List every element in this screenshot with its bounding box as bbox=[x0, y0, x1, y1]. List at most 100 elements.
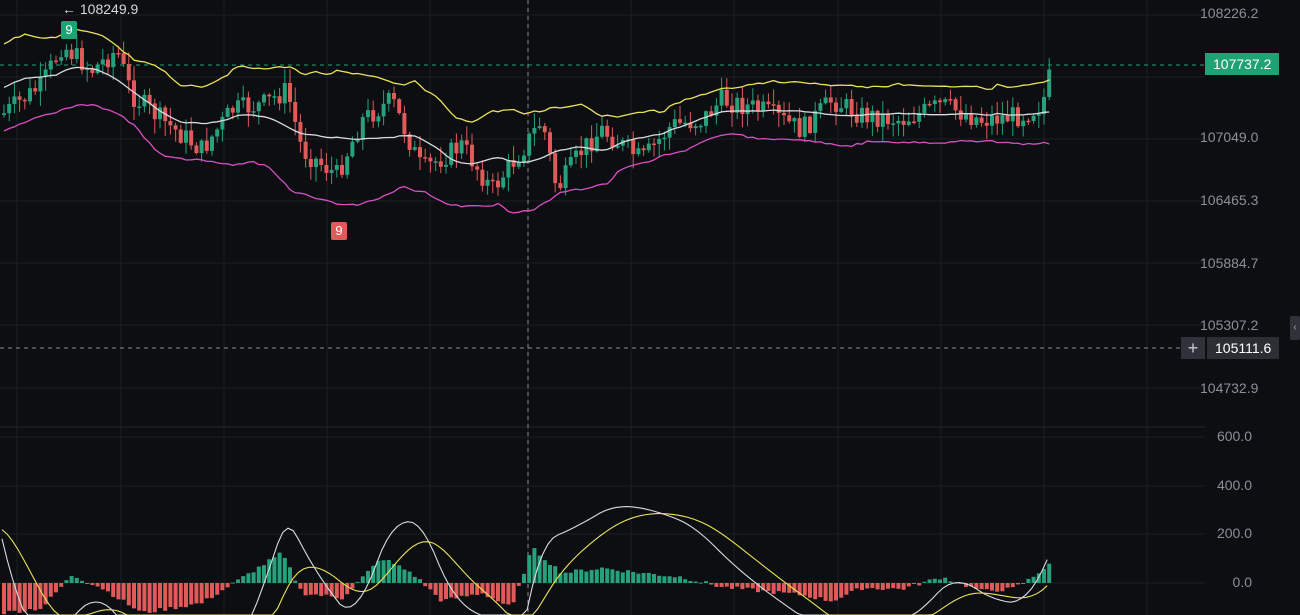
macd-tick-label: 600.0 bbox=[1216, 428, 1252, 444]
macd-histogram-bar bbox=[314, 583, 318, 595]
macd-histogram-bar bbox=[470, 583, 474, 595]
macd-histogram-bar bbox=[116, 583, 121, 600]
candle-body bbox=[199, 140, 204, 154]
macd-histogram-bar bbox=[132, 583, 136, 609]
candle-body bbox=[896, 120, 901, 124]
candle-body bbox=[927, 103, 932, 106]
macd-histogram-bar bbox=[85, 583, 90, 584]
macd-histogram-bar bbox=[818, 583, 823, 598]
macd-histogram-bar bbox=[152, 583, 157, 613]
macd-histogram-bar bbox=[340, 583, 344, 600]
candle-body bbox=[319, 158, 324, 165]
macd-histogram-bar bbox=[1010, 583, 1015, 588]
macd-histogram-bar bbox=[173, 583, 178, 610]
candle-body bbox=[693, 126, 698, 129]
macd-histogram-bar bbox=[345, 583, 350, 595]
macd-histogram-bar bbox=[376, 560, 381, 583]
candle-body bbox=[12, 96, 17, 104]
price-tick-label: 105307.2 bbox=[1200, 317, 1259, 333]
macd-histogram-bar bbox=[433, 583, 438, 595]
candle-body bbox=[59, 57, 64, 61]
candle-body bbox=[454, 142, 459, 154]
macd-histogram-bar bbox=[111, 583, 116, 597]
candle-body bbox=[303, 141, 308, 159]
macd-histogram-bar bbox=[90, 583, 95, 586]
chart-canvas[interactable] bbox=[0, 0, 1300, 615]
candle-body bbox=[64, 49, 69, 58]
macd-histogram-bar bbox=[589, 570, 594, 583]
macd-histogram-bar bbox=[355, 581, 360, 583]
candle-body bbox=[241, 97, 246, 101]
macd-histogram-bar bbox=[308, 583, 313, 595]
candle-body bbox=[360, 117, 365, 140]
macd-histogram-bar bbox=[839, 583, 844, 598]
candle-body bbox=[418, 147, 422, 158]
macd-histogram-bar bbox=[298, 583, 303, 589]
candle-body bbox=[126, 64, 131, 81]
macd-histogram-bar bbox=[626, 570, 630, 583]
candle-body bbox=[875, 110, 880, 127]
candle-body bbox=[38, 76, 43, 92]
candle-body bbox=[932, 100, 937, 104]
candle-body bbox=[54, 60, 58, 63]
sequence-marker-bottom: 9 bbox=[331, 222, 347, 240]
macd-histogram-bar bbox=[95, 583, 100, 587]
macd-histogram-bar bbox=[496, 583, 500, 602]
macd-histogram-bar bbox=[849, 583, 854, 591]
candle-body bbox=[568, 157, 573, 166]
macd-histogram-bar bbox=[418, 579, 422, 583]
macd-histogram-bar bbox=[7, 583, 12, 611]
candle-body bbox=[943, 99, 948, 103]
macd-histogram-bar bbox=[459, 583, 464, 596]
candle-body bbox=[672, 119, 677, 128]
macd-histogram-bar bbox=[709, 583, 714, 585]
candle-body bbox=[891, 123, 896, 125]
candle-body bbox=[329, 169, 334, 173]
macd-histogram-bar bbox=[984, 583, 989, 590]
macd-histogram-bar bbox=[251, 572, 256, 583]
candle-body bbox=[392, 93, 396, 100]
macd-histogram-bar bbox=[246, 573, 251, 583]
candle-body bbox=[371, 110, 376, 122]
macd-histogram-bar bbox=[1031, 576, 1036, 583]
candle-body bbox=[95, 64, 100, 74]
plus-icon[interactable]: + bbox=[1181, 337, 1205, 359]
macd-histogram-bar bbox=[204, 583, 209, 599]
macd-histogram-bar bbox=[69, 576, 74, 583]
macd-histogram-bar bbox=[932, 578, 937, 583]
macd-histogram-bar bbox=[979, 583, 984, 590]
candle-body bbox=[553, 153, 558, 184]
macd-histogram-bar bbox=[126, 583, 131, 606]
candle-body bbox=[506, 160, 511, 178]
candle-body bbox=[854, 115, 859, 123]
macd-histogram-bar bbox=[615, 570, 620, 583]
chart-root: 108226.2 107049.0 106465.3 105884.7 1053… bbox=[0, 0, 1300, 615]
candle-body bbox=[563, 165, 568, 189]
candle-body bbox=[698, 125, 703, 128]
macd-histogram-bar bbox=[527, 555, 532, 583]
candle-body bbox=[813, 110, 818, 133]
macd-histogram-bar bbox=[184, 583, 188, 608]
macd-tick-label: 400.0 bbox=[1216, 477, 1252, 493]
candle-body bbox=[958, 110, 963, 120]
candle-body bbox=[969, 114, 974, 125]
candle-body bbox=[776, 104, 781, 113]
scroll-handle[interactable]: ‹ bbox=[1290, 316, 1300, 340]
candle-body bbox=[522, 155, 526, 163]
macd-histogram-bar bbox=[64, 580, 69, 583]
macd-histogram-bar bbox=[724, 583, 729, 587]
candle-body bbox=[740, 97, 745, 115]
macd-histogram-bar bbox=[423, 583, 428, 587]
candle-body bbox=[490, 179, 495, 182]
candle-body bbox=[22, 99, 27, 102]
candle-body bbox=[475, 166, 480, 170]
candle-body bbox=[433, 161, 438, 163]
macd-histogram-bar bbox=[501, 583, 506, 604]
macd-histogram-bar bbox=[516, 583, 521, 586]
macd-histogram-bar bbox=[397, 565, 402, 583]
candle-body bbox=[449, 142, 454, 165]
macd-histogram-bar bbox=[319, 583, 324, 597]
candle-body bbox=[194, 145, 199, 154]
candle-body bbox=[386, 93, 391, 104]
macd-histogram-bar bbox=[636, 573, 641, 583]
